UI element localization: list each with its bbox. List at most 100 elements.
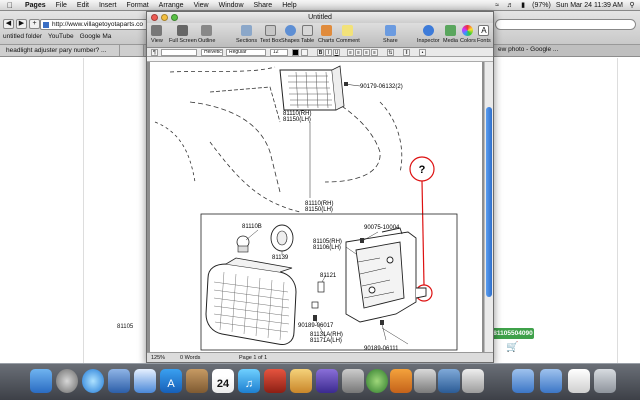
finder-dock-icon[interactable] [30,369,52,393]
menu-insert[interactable]: Insert [94,2,122,9]
toolbar-outline[interactable]: Outline [198,25,215,44]
preview-dock-icon[interactable] [414,369,436,393]
table-icon [302,25,314,36]
align-left-button[interactable]: ≡ [347,49,354,56]
toolbar-view[interactable]: View [151,25,163,44]
bookmark-youtube[interactable]: YouTube [48,33,74,40]
bookmark-untitled-folder[interactable]: untitled folder [3,33,42,40]
app-store-dock-icon[interactable]: A [160,369,182,393]
bookmark-google-maps[interactable]: Google Ma [80,33,112,40]
add-to-cart-icon[interactable]: 🛒 [506,342,518,353]
music-note-icon: ♫ [244,378,254,390]
zoom-window-icon[interactable] [171,14,178,21]
dashboard-dock-icon[interactable] [56,369,78,393]
back-button[interactable]: ◀ [3,19,14,29]
menu-format[interactable]: Format [121,2,153,9]
vertical-scrollbar[interactable] [484,62,493,353]
toolbar-share[interactable]: Share [383,25,398,44]
highlight-color-well[interactable] [301,49,308,56]
system-preferences-dock-icon[interactable] [462,369,484,393]
imovie-dock-icon[interactable] [316,369,338,393]
url-field[interactable]: http://www.villagetoyotaparts.co [40,19,148,30]
label-socket: 81139 [272,255,289,261]
time-machine-dock-icon[interactable] [366,369,388,393]
spotlight-icon[interactable]: ⚲ [628,2,636,9]
menu-edit[interactable]: Edit [72,2,94,9]
browser-search-field[interactable] [495,19,636,30]
wifi-icon[interactable]: ≈ [493,2,501,9]
underline-button[interactable]: U [333,49,340,56]
apple-menu-icon[interactable]:  [0,1,20,10]
toolbar-charts[interactable]: Charts [318,25,334,44]
pages-dock-icon[interactable] [390,369,412,393]
toolbar-sections[interactable]: Sections [236,25,257,44]
toolbar-colors[interactable]: Colors [460,25,476,44]
toolbar-inspector[interactable]: Inspector [417,25,440,44]
add-bookmark-button[interactable]: + [29,19,40,29]
menu-view[interactable]: View [189,2,214,9]
document-page[interactable]: 90179-06132(2) 81110(RH) 81150(LH) 81110… [150,62,482,353]
facetime-dock-icon[interactable] [134,369,156,393]
safari-dock-icon[interactable] [82,369,104,393]
italic-button[interactable]: I [325,49,332,56]
forward-button[interactable]: ▶ [16,19,27,29]
zoom-select[interactable]: 125% [151,355,165,361]
part-number-badge[interactable]: 81105504090 [492,328,534,339]
menu-window[interactable]: Window [214,2,249,9]
battery-icon[interactable]: ▮ [519,2,527,9]
word-count[interactable]: 0 Words [180,355,200,361]
align-center-button[interactable]: ≡ [355,49,362,56]
toolbar-text-box[interactable]: Text Box [260,25,281,44]
close-window-icon[interactable] [151,14,158,21]
menu-share[interactable]: Share [249,2,278,9]
bold-button[interactable]: B [317,49,324,56]
tab-blank[interactable] [120,45,144,56]
toolbar-shapes[interactable]: Shapes [281,25,300,44]
scrollbar-thumb[interactable] [486,107,492,297]
menu-help[interactable]: Help [277,2,301,9]
columns-button[interactable]: ‖ [403,49,410,56]
toolbar-colors-label: Colors [460,38,476,44]
toolbar-comment[interactable]: Comment [336,25,360,44]
pages-title-bar[interactable]: Untitled [147,12,493,23]
menu-file[interactable]: File [51,2,72,9]
line-spacing-button[interactable]: ⇅ [387,49,394,56]
photo-booth-dock-icon[interactable] [264,369,286,393]
toolbar-full-screen[interactable]: Full Screen [169,25,197,44]
toolbar-table[interactable]: Table [301,25,314,44]
list-button[interactable]: • [419,49,426,56]
font-size-select[interactable]: 12 [270,49,288,56]
site-favicon-icon [43,22,49,28]
label-mid-lh: 81150(LH) [305,207,333,213]
toolbar-fonts[interactable]: A Fonts [477,25,491,44]
iphoto-dock-icon[interactable] [290,369,312,393]
applications-folder-dock-icon[interactable] [512,369,534,393]
font-family-select[interactable]: Helvetica [201,49,223,56]
downloads-stack-dock-icon[interactable] [568,369,590,393]
justify-button[interactable]: ≡ [371,49,378,56]
garageband-dock-icon[interactable] [342,369,364,393]
minimize-window-icon[interactable] [161,14,168,21]
contacts-dock-icon[interactable] [186,369,208,393]
ical-dock-icon[interactable]: 24 [212,369,234,393]
documents-folder-dock-icon[interactable] [540,369,562,393]
text-color-well[interactable] [292,49,299,56]
mail-dock-icon[interactable] [108,369,130,393]
volume-icon[interactable]: ♬ [506,2,514,9]
tab-headlight-question[interactable]: headlight adjuster pary number? ... [0,45,120,56]
paragraph-style-select[interactable] [161,49,197,56]
toolbar-text-box-label: Text Box [260,38,282,44]
menu-arrange[interactable]: Arrange [154,2,189,9]
align-right-button[interactable]: ≡ [363,49,370,56]
font-style-select[interactable]: Regular [226,49,266,56]
styles-drawer-button[interactable]: ¶ [151,49,158,56]
menu-app-pages[interactable]: Pages [20,2,51,9]
trash-dock-icon[interactable] [594,369,616,393]
keynote-dock-icon[interactable] [438,369,460,393]
itunes-dock-icon[interactable]: ♫ [238,369,260,393]
toolbar-media[interactable]: Media [443,25,458,44]
menubar-clock[interactable]: Sun Mar 24 11:39 AM [556,2,623,9]
tab-google-photo[interactable]: ew photo - Google ... [498,46,558,53]
page-indicator[interactable]: Page 1 of 1 [239,355,267,361]
window-title: Untitled [308,14,332,21]
